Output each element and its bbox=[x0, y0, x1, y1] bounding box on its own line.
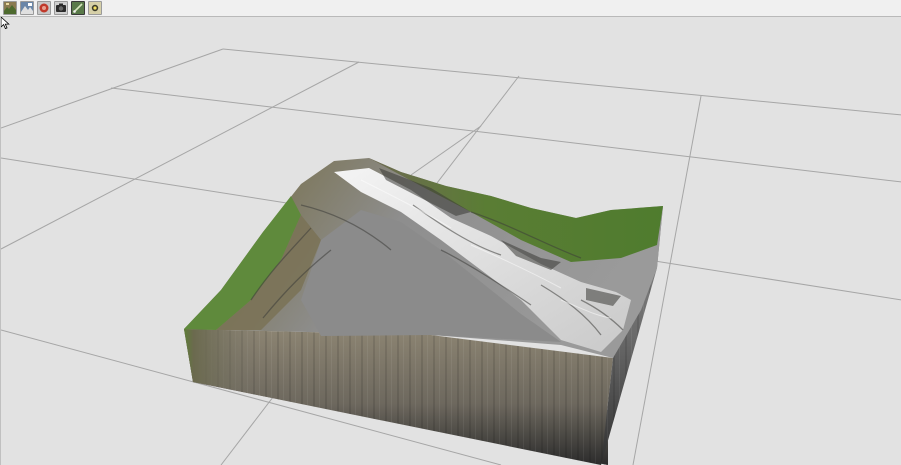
app-window bbox=[0, 0, 901, 465]
terrain-scene bbox=[1, 48, 901, 465]
terrain-view-icon bbox=[4, 2, 16, 14]
heightmap-icon bbox=[21, 2, 33, 14]
toolbar bbox=[0, 0, 901, 17]
3d-viewport[interactable] bbox=[0, 17, 901, 465]
brush-button[interactable] bbox=[71, 1, 85, 15]
light-icon bbox=[89, 2, 101, 14]
terrain-view-button[interactable] bbox=[3, 1, 17, 15]
record-icon bbox=[38, 2, 50, 14]
camera-button[interactable] bbox=[54, 1, 68, 15]
camera-icon bbox=[55, 2, 67, 14]
light-button[interactable] bbox=[88, 1, 102, 15]
heightmap-button[interactable] bbox=[20, 1, 34, 15]
arrow-cursor-icon bbox=[1, 17, 10, 29]
record-button[interactable] bbox=[37, 1, 51, 15]
brush-icon bbox=[72, 2, 84, 14]
